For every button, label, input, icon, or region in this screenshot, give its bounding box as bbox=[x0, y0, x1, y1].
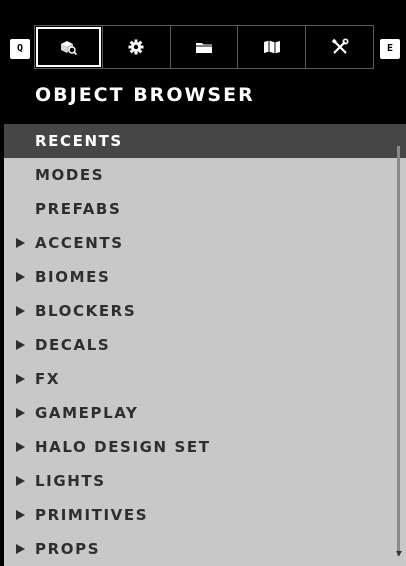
expand-arrow-icon[interactable] bbox=[16, 510, 25, 520]
object-browser-panel: Q E OBJECT BROWSER RECENTS MODES PREFABS… bbox=[0, 0, 406, 566]
category-label: ACCENTS bbox=[35, 234, 124, 252]
category-item[interactable]: RECENTS bbox=[4, 124, 406, 158]
category-label: HALO DESIGN SET bbox=[35, 438, 211, 456]
category-label: BLOCKERS bbox=[35, 302, 137, 320]
expand-arrow-icon[interactable] bbox=[16, 544, 25, 554]
category-item[interactable]: ACCENTS bbox=[4, 226, 406, 260]
tab-object-browser[interactable] bbox=[35, 26, 102, 68]
category-list: RECENTS MODES PREFABS ACCENTS BIOMES BLOCKERS… bbox=[4, 124, 406, 566]
tab-bar bbox=[34, 25, 374, 69]
key-hint-e: E bbox=[380, 39, 400, 59]
tab-tools[interactable] bbox=[305, 26, 373, 68]
category-label: BIOMES bbox=[35, 268, 111, 286]
tab-settings[interactable] bbox=[101, 26, 170, 68]
expand-arrow-icon[interactable] bbox=[16, 442, 25, 452]
expand-arrow-icon[interactable] bbox=[16, 238, 25, 248]
expand-arrow-icon[interactable] bbox=[16, 408, 25, 418]
category-item[interactable]: BIOMES bbox=[4, 260, 406, 294]
panel-header: Q E OBJECT BROWSER bbox=[4, 4, 406, 124]
map-icon bbox=[263, 40, 280, 54]
folder-icon bbox=[195, 43, 212, 53]
category-item[interactable]: PRIMITIVES bbox=[4, 498, 406, 532]
gear-icon bbox=[128, 39, 144, 55]
category-label: DECALS bbox=[35, 336, 111, 354]
category-item[interactable]: DECALS bbox=[4, 328, 406, 362]
category-item[interactable]: LIGHTS bbox=[4, 464, 406, 498]
object-search-icon bbox=[61, 41, 78, 56]
category-item[interactable]: PROPS bbox=[4, 532, 406, 566]
category-label: PREFABS bbox=[35, 200, 122, 218]
expand-arrow-icon[interactable] bbox=[16, 374, 25, 384]
category-label: PROPS bbox=[35, 540, 101, 558]
category-label: MODES bbox=[35, 166, 105, 184]
category-item[interactable]: BLOCKERS bbox=[4, 294, 406, 328]
expand-arrow-icon[interactable] bbox=[16, 476, 25, 486]
category-item[interactable]: HALO DESIGN SET bbox=[4, 430, 406, 464]
category-label: FX bbox=[35, 370, 61, 388]
category-label: RECENTS bbox=[35, 132, 123, 150]
tools-icon bbox=[331, 38, 349, 54]
category-item[interactable]: FX bbox=[4, 362, 406, 396]
category-item[interactable]: MODES bbox=[4, 158, 406, 192]
expand-arrow-icon[interactable] bbox=[16, 340, 25, 350]
tab-map[interactable] bbox=[237, 26, 305, 68]
scroll-down-arrow-icon[interactable] bbox=[396, 551, 402, 556]
category-label: LIGHTS bbox=[35, 472, 106, 490]
category-label: PRIMITIVES bbox=[35, 506, 149, 524]
category-label: GAMEPLAY bbox=[35, 404, 139, 422]
expand-arrow-icon[interactable] bbox=[16, 272, 25, 282]
key-hint-q: Q bbox=[10, 39, 30, 59]
expand-arrow-icon[interactable] bbox=[16, 306, 25, 316]
panel-title: OBJECT BROWSER bbox=[35, 84, 255, 106]
tab-folders[interactable] bbox=[169, 26, 238, 68]
category-item[interactable]: GAMEPLAY bbox=[4, 396, 406, 430]
category-item[interactable]: PREFABS bbox=[4, 192, 406, 226]
scrollbar[interactable] bbox=[397, 146, 400, 556]
